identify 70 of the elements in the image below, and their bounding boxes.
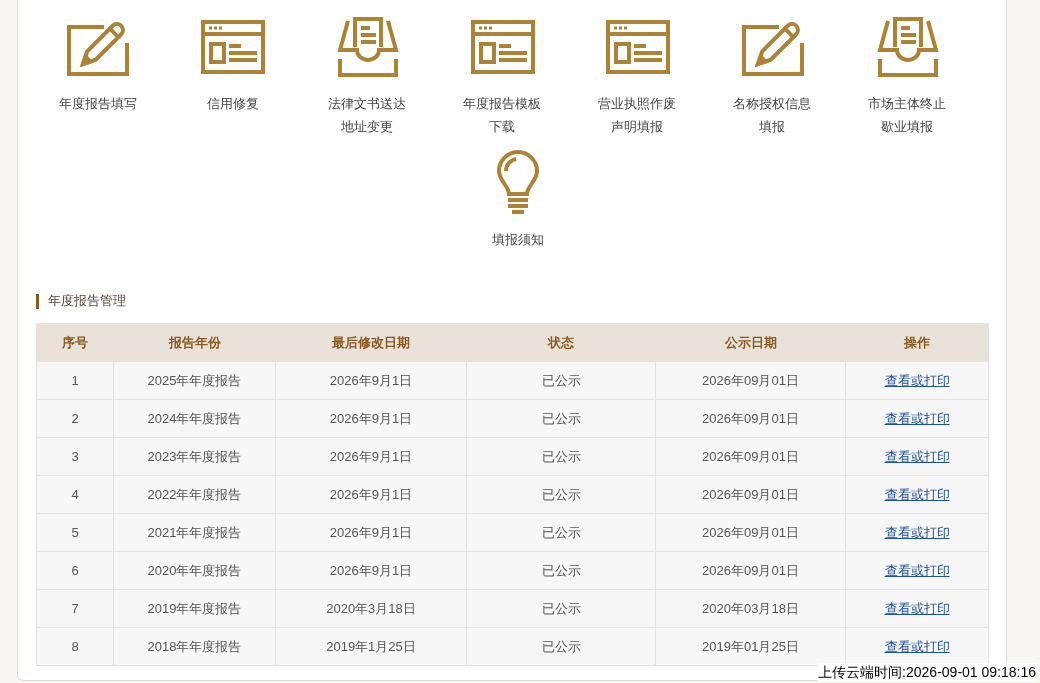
table-cell: 已公示 xyxy=(466,475,656,514)
table-cell: 已公示 xyxy=(466,589,656,628)
view-print-link[interactable]: 查看或打印 xyxy=(884,562,950,578)
table-cell: 2 xyxy=(36,399,114,438)
view-print-link[interactable]: 查看或打印 xyxy=(884,486,950,502)
view-print-link[interactable]: 查看或打印 xyxy=(884,638,950,654)
table-cell: 2019年年度报告 xyxy=(113,589,276,628)
table-cell: 7 xyxy=(36,589,114,628)
view-print-link[interactable]: 查看或打印 xyxy=(884,372,950,388)
table-cell: 6 xyxy=(36,551,114,590)
view-print-link[interactable]: 查看或打印 xyxy=(884,448,950,464)
table-cell: 2021年年度报告 xyxy=(113,513,276,552)
table-cell: 2020年03月18日 xyxy=(655,589,846,628)
section-title: 年度报告管理 xyxy=(48,292,126,311)
table-cell: 已公示 xyxy=(466,437,656,476)
table-cell: 已公示 xyxy=(466,513,656,552)
table-cell: 已公示 xyxy=(466,361,656,400)
table-cell: 2020年年度报告 xyxy=(113,551,276,590)
table-cell: 2026年9月1日 xyxy=(275,399,467,438)
table-cell: 已公示 xyxy=(466,399,656,438)
table-cell: 2026年9月1日 xyxy=(275,513,467,552)
service-link[interactable]: 营业执照作废声明填报 xyxy=(596,92,679,138)
table-cell: 2026年9月1日 xyxy=(275,551,467,590)
view-print-link[interactable]: 查看或打印 xyxy=(884,410,950,426)
column-header: 操作 xyxy=(845,323,989,362)
table-cell: 2026年09月01日 xyxy=(655,513,846,552)
table-cell: 2018年年度报告 xyxy=(113,627,276,666)
view-print-link[interactable]: 查看或打印 xyxy=(884,524,950,540)
document-tray-icon[interactable] xyxy=(875,17,940,77)
service-link[interactable]: 填报须知 xyxy=(491,228,544,251)
table-cell: 8 xyxy=(36,627,114,666)
table-cell: 2026年09月01日 xyxy=(655,475,846,514)
column-header: 公示日期 xyxy=(655,323,846,362)
browser-window-icon[interactable] xyxy=(605,20,670,74)
column-header: 状态 xyxy=(466,323,656,362)
table-cell: 2026年09月01日 xyxy=(655,361,846,400)
table-cell: 3 xyxy=(36,437,114,476)
table-cell: 2026年9月1日 xyxy=(275,475,467,514)
browser-window-icon[interactable] xyxy=(470,20,535,74)
table-cell: 已公示 xyxy=(466,551,656,590)
table-cell: 2026年09月01日 xyxy=(655,551,846,590)
service-link[interactable]: 名称授权信息填报 xyxy=(731,92,814,138)
table-cell: 2019年1月25日 xyxy=(275,627,467,666)
table-cell: 4 xyxy=(36,475,114,514)
upload-timestamp: 上传云端时间:2026-09-01 09:18:16 xyxy=(818,663,1036,681)
browser-window-icon[interactable] xyxy=(200,20,265,74)
heading-accent-bar xyxy=(36,293,39,309)
service-link[interactable]: 市场主体终止歇业填报 xyxy=(866,92,949,138)
table-cell: 已公示 xyxy=(466,627,656,666)
table-cell: 2026年09月01日 xyxy=(655,399,846,438)
service-link[interactable]: 信用修复 xyxy=(206,92,259,115)
view-print-link[interactable]: 查看或打印 xyxy=(884,600,950,616)
column-header: 报告年份 xyxy=(113,323,276,362)
column-header: 序号 xyxy=(36,323,114,362)
table-cell: 5 xyxy=(36,513,114,552)
table-cell: 2026年9月1日 xyxy=(275,361,467,400)
table-cell: 2020年3月18日 xyxy=(275,589,467,628)
document-tray-icon[interactable] xyxy=(335,17,400,77)
table-cell: 2024年年度报告 xyxy=(113,399,276,438)
service-link[interactable]: 年度报告模板下载 xyxy=(461,92,544,138)
column-header: 最后修改日期 xyxy=(275,323,467,362)
table-cell: 2025年年度报告 xyxy=(113,361,276,400)
table-cell: 2023年年度报告 xyxy=(113,437,276,476)
table-cell: 2026年9月1日 xyxy=(275,437,467,476)
table-cell: 2026年09月01日 xyxy=(655,437,846,476)
service-link[interactable]: 年度报告填写 xyxy=(58,92,137,115)
service-link[interactable]: 法律文书送达地址变更 xyxy=(326,92,409,138)
table-cell: 1 xyxy=(36,361,114,400)
table-cell: 2022年年度报告 xyxy=(113,475,276,514)
lightbulb-icon[interactable] xyxy=(495,150,540,214)
